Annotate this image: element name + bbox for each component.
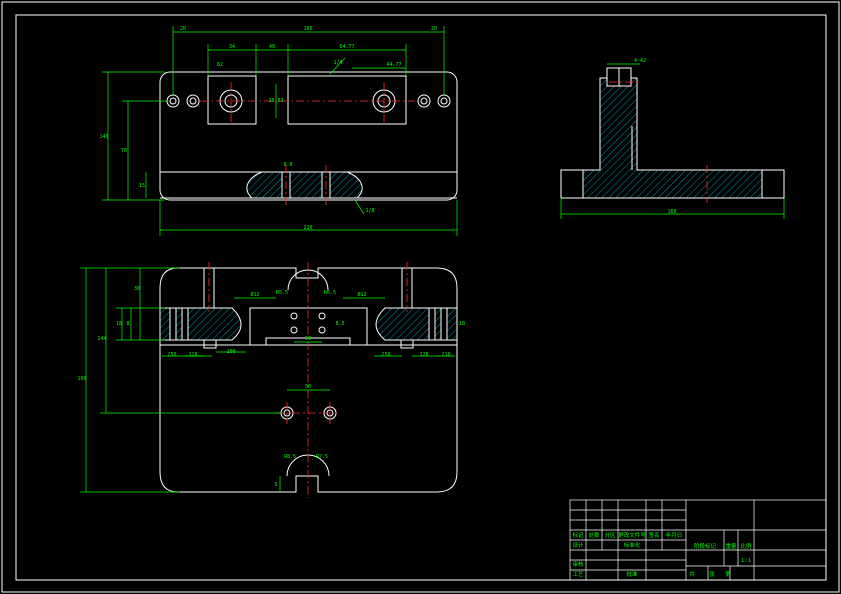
tb-label-zone: 分区 (604, 531, 616, 539)
front-view-right-bolt-1 (428, 307, 436, 341)
front-view-left-bolt-2 (181, 307, 189, 341)
cad-drawing: 210 160 20 20 34 40 64.77 44.77 62 1/4 1… (0, 0, 841, 594)
front-dim-bottom-dim: 5 (274, 482, 277, 488)
front-view-left-bolt-1 (169, 307, 177, 341)
front-dim-hole-mid: 8.5 (335, 321, 344, 327)
tb-label-standardize: 标准化 (624, 541, 641, 549)
side-view-base-right (761, 169, 785, 199)
front-dim-overall-height: 160 (77, 376, 86, 382)
tb-label-count: 处数 (588, 531, 600, 539)
front-dim-right-dim: 18 (459, 321, 465, 327)
tb-label-process: 工艺 (572, 571, 584, 578)
tb-label-design: 设计 (572, 541, 584, 549)
top-dim-slot-height: 15 (139, 183, 145, 189)
front-dim-hole-spacing: 50 (305, 384, 311, 390)
drawing-background (0, 0, 841, 594)
front-dim-fit-left-text: Ø12 (250, 291, 259, 298)
top-dim-pocket-gap: 40 (269, 44, 275, 50)
top-dim-bolt-circle: 62 (217, 62, 223, 68)
tb-label-sign: 签名 (648, 531, 659, 539)
top-dim-pocket-width: 34 (229, 44, 235, 50)
tb-label-sheet-no: 第 (725, 570, 731, 578)
front-dim-radius-left: R5.5 (276, 290, 288, 296)
top-dim-slot-width: 8.0 (283, 162, 292, 168)
top-dim-hole-note: 1/4 (333, 60, 342, 66)
top-dim-slot-depth: 26.83 (268, 98, 283, 104)
front-dim-bottom-r: R8.5 (284, 454, 296, 460)
top-dim-slot-right: 44.77 (386, 62, 401, 68)
front-dim-upper-height: 144 (97, 336, 106, 342)
top-dim-slot-left: 64.77 (339, 44, 354, 50)
front-dim-bottom-r2: R7.5 (316, 454, 328, 460)
front-dim-left-h3: 8 (126, 321, 129, 327)
tb-label-date: 年月日 (666, 531, 683, 539)
tb-label-sheet-word: 张 (709, 570, 715, 578)
tb-label-change-doc: 更改文件号 (618, 531, 646, 539)
front-view-right-bolt-2 (440, 307, 448, 341)
front-dim-center-gap: 60 (305, 336, 311, 342)
front-dim-left-h1: 30 (134, 286, 140, 292)
tb-label-sheet-total: 共 (689, 570, 695, 578)
side-view-base-left (560, 169, 584, 199)
front-dim-bl1: 250 (167, 352, 176, 358)
tb-label-scale: 比例 (740, 542, 752, 550)
front-dim-br3: 210 (441, 352, 450, 358)
side-dim-top-slot: 4-42 (634, 58, 646, 64)
top-dim-edge-right: 20 (431, 26, 437, 32)
tb-label-stage-mark: 阶段标记 (694, 542, 717, 550)
front-dim-fit-right-text: Ø12 (357, 291, 366, 298)
front-dim-br1: 250 (381, 352, 390, 358)
top-dim-overall-height: 140 (99, 134, 108, 140)
top-dim-inner-span: 160 (303, 26, 312, 32)
front-dim-radius-right: R6.5 (324, 290, 336, 296)
front-dim-bl2: 128 (188, 352, 197, 358)
tb-label-approve: 批准 (626, 570, 638, 578)
top-dim-edge-left: 20 (180, 26, 186, 32)
tb-label-review: 审核 (572, 560, 584, 568)
side-dim-base-width: 160 (667, 209, 676, 215)
top-dim-inner-height: 70 (121, 148, 127, 154)
tb-value-scale: 1:1 (741, 558, 751, 564)
top-dim-section-mark: 1/8 (365, 208, 374, 214)
tb-label-weight: 重量 (725, 542, 737, 550)
tb-label-mark: 标记 (572, 531, 584, 539)
top-view-slot-boss (246, 171, 363, 199)
top-dim-overall-width: 210 (303, 225, 312, 231)
front-dim-br2: 128 (419, 352, 428, 358)
front-dim-bl3: 200 (226, 349, 235, 355)
front-dim-left-h2: 18 (116, 321, 122, 327)
